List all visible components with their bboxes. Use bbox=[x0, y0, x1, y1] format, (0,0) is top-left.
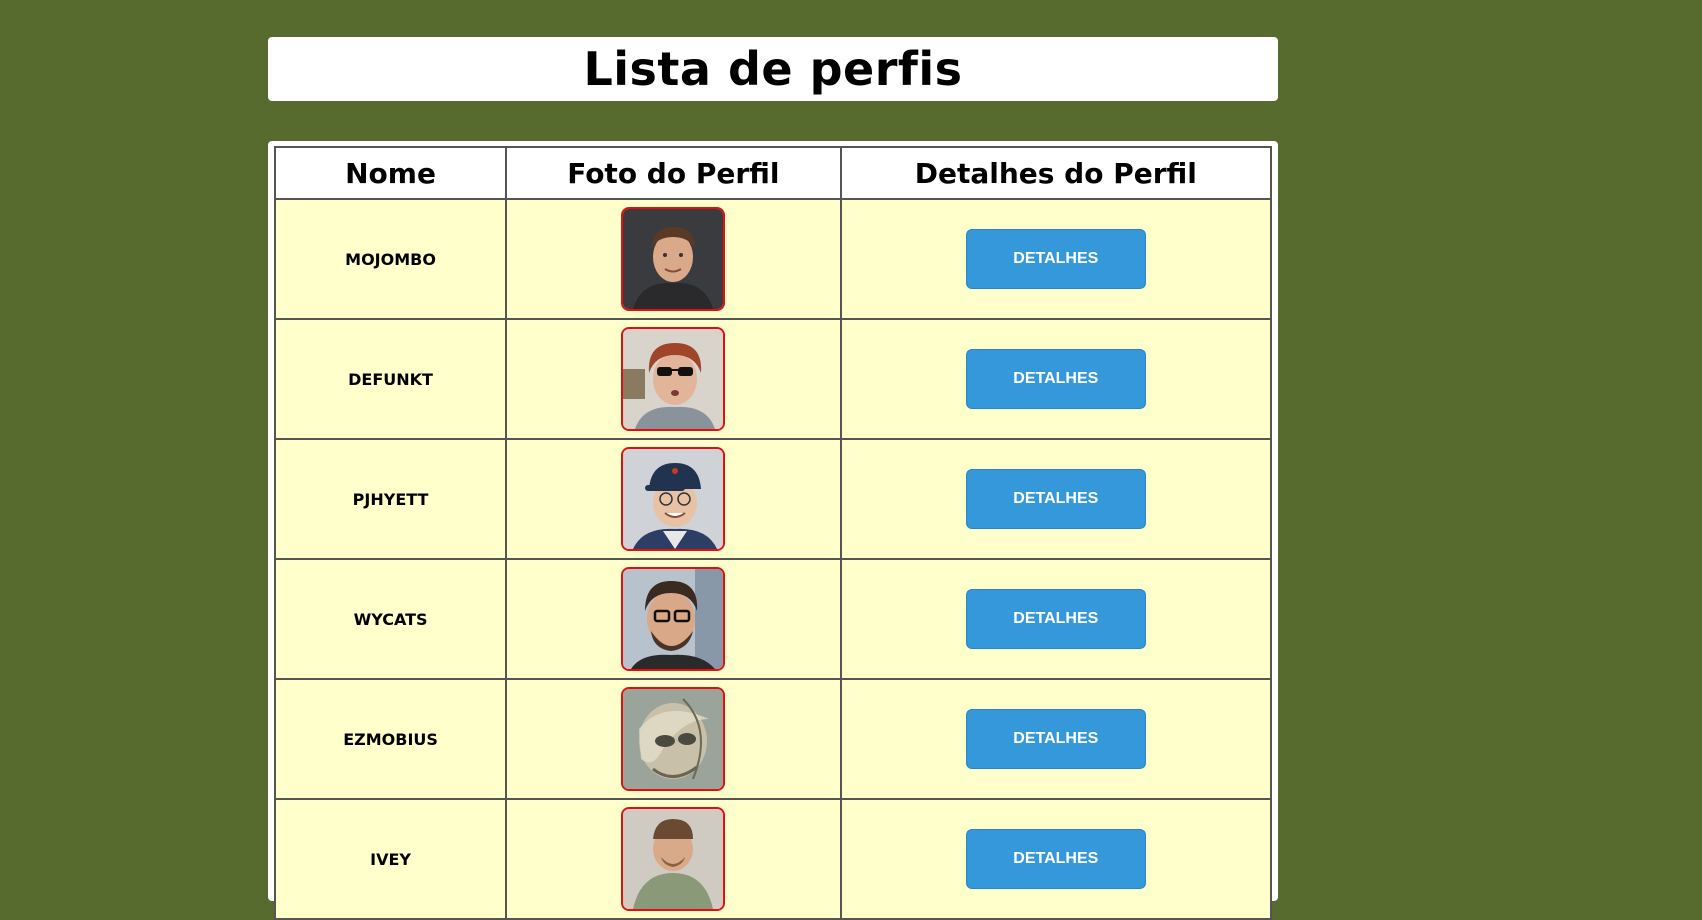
details-button[interactable]: DETALHES bbox=[965, 589, 1146, 649]
avatar bbox=[621, 447, 726, 551]
profile-photo-cell bbox=[505, 318, 842, 440]
details-button[interactable]: DETALHES bbox=[965, 229, 1146, 289]
column-header-details: Detalhes do Perfil bbox=[839, 146, 1273, 200]
column-header-name: Nome bbox=[273, 146, 508, 200]
page-title: Lista de perfis bbox=[583, 42, 963, 96]
profile-photo-cell bbox=[505, 438, 842, 560]
page-header: Lista de perfis bbox=[268, 37, 1278, 101]
profile-photo-cell bbox=[505, 198, 842, 320]
profile-details-cell: DETALHES bbox=[839, 798, 1273, 920]
table-row: PJHYETT DETALHES bbox=[273, 438, 1273, 560]
avatar bbox=[621, 207, 726, 311]
table-row: MOJOMBO DETALHES bbox=[273, 198, 1273, 320]
profile-name: WYCATS bbox=[273, 558, 508, 680]
table-row: DEFUNKT DETALHES bbox=[273, 318, 1273, 440]
profile-name: DEFUNKT bbox=[273, 318, 508, 440]
profile-name: MOJOMBO bbox=[273, 198, 508, 320]
details-button[interactable]: DETALHES bbox=[965, 349, 1146, 409]
profile-details-cell: DETALHES bbox=[839, 558, 1273, 680]
profile-details-cell: DETALHES bbox=[839, 198, 1273, 320]
profile-name: IVEY bbox=[273, 798, 508, 920]
profile-name: EZMOBIUS bbox=[273, 678, 508, 800]
profile-name: PJHYETT bbox=[273, 438, 508, 560]
details-button[interactable]: DETALHES bbox=[965, 709, 1146, 769]
table-row: IVEY DETALHES bbox=[273, 798, 1273, 920]
avatar bbox=[621, 807, 726, 911]
profile-details-cell: DETALHES bbox=[839, 438, 1273, 560]
profile-photo-cell bbox=[505, 678, 842, 800]
avatar bbox=[621, 687, 726, 791]
profiles-table-container: Nome Foto do Perfil Detalhes do Perfil M… bbox=[268, 141, 1278, 920]
table-row: EZMOBIUS DETALHES bbox=[273, 678, 1273, 800]
avatar bbox=[621, 327, 726, 431]
details-button[interactable]: DETALHES bbox=[965, 469, 1146, 529]
table-row: WYCATS DETALHES bbox=[273, 558, 1273, 680]
avatar bbox=[621, 567, 726, 671]
profile-photo-cell bbox=[505, 798, 842, 920]
table-header-row: Nome Foto do Perfil Detalhes do Perfil bbox=[273, 146, 1273, 200]
details-button[interactable]: DETALHES bbox=[965, 829, 1146, 889]
profile-details-cell: DETALHES bbox=[839, 318, 1273, 440]
profile-details-cell: DETALHES bbox=[839, 678, 1273, 800]
profiles-table: Nome Foto do Perfil Detalhes do Perfil M… bbox=[273, 146, 1273, 920]
profile-photo-cell bbox=[505, 558, 842, 680]
column-header-photo: Foto do Perfil bbox=[505, 146, 842, 200]
